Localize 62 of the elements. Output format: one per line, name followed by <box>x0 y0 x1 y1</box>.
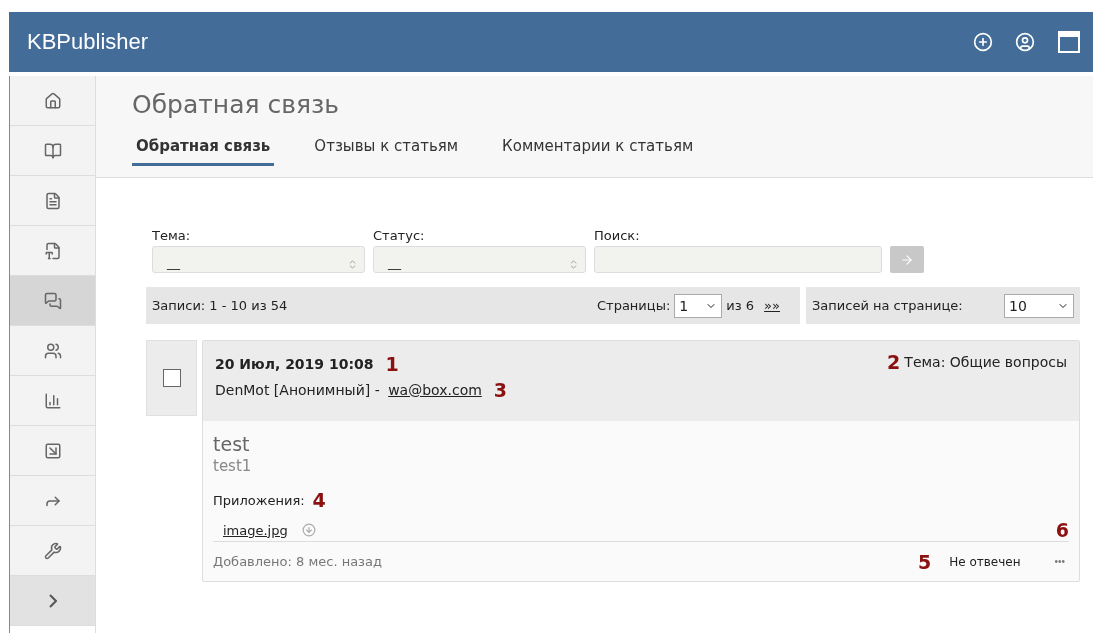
arrow-right-icon <box>900 252 914 267</box>
download-icon[interactable] <box>301 523 316 537</box>
sidebar-item[interactable] <box>10 76 95 126</box>
feedback-subject: test <box>213 433 251 455</box>
tab[interactable]: Отзывы к статьям <box>310 137 463 166</box>
filter-label: Поиск: <box>594 228 641 243</box>
sidebar-item[interactable] <box>10 526 95 576</box>
book-icon <box>43 141 62 160</box>
per-page-label: Записей на странице: <box>812 298 963 313</box>
add-icon[interactable] <box>973 32 993 52</box>
tab[interactable]: Обратная связь <box>132 137 275 166</box>
status-text: Не отвечен <box>949 554 1021 569</box>
window-icon[interactable] <box>1057 30 1081 54</box>
bar-chart-icon <box>43 391 62 410</box>
pages-total: из 6 <box>726 298 755 313</box>
annotation-number: 2 <box>887 351 901 373</box>
document-icon <box>43 191 62 210</box>
go-button[interactable] <box>890 246 924 273</box>
feedback-date: 20 Июл, 2019 10:08 <box>215 356 374 372</box>
annotation-number: 4 <box>312 489 326 511</box>
home-icon <box>43 91 62 110</box>
sidebar-item[interactable] <box>10 326 95 376</box>
attachments-label: Приложения: <box>213 492 305 508</box>
page-select[interactable]: 1 <box>674 293 723 318</box>
users-icon <box>43 341 62 360</box>
tab[interactable]: Комментарии к статьям <box>498 137 698 166</box>
per-page-select[interactable]: 10 <box>1004 293 1074 318</box>
select-field[interactable]: __ <box>373 246 586 273</box>
attachment-link[interactable]: image.jpg <box>223 522 288 538</box>
author-name: DenMot [Анонимный] - <box>215 382 381 398</box>
sidebar-item[interactable] <box>10 126 95 176</box>
filter-label: Тема: <box>152 228 192 243</box>
records-count: Записи: 1 - 10 из 54 <box>152 298 288 313</box>
updown-icon <box>347 259 358 270</box>
sidebar-item[interactable] <box>10 176 95 226</box>
next-pages-link[interactable]: »» <box>764 298 780 313</box>
updown-icon <box>568 259 579 270</box>
sidebar-item[interactable] <box>10 276 95 326</box>
user-icon[interactable] <box>1015 32 1035 52</box>
page-title: Обратная связь <box>132 90 341 119</box>
feedback-body: test1 <box>213 457 253 475</box>
select-field[interactable]: __ <box>152 246 365 273</box>
checkbox[interactable] <box>162 369 181 387</box>
chevron-right-icon <box>48 593 57 608</box>
wrench-icon <box>43 541 62 560</box>
email-link[interactable]: wa@box.com <box>388 382 482 398</box>
filter-label: Статус: <box>373 228 426 243</box>
sidebar-item[interactable] <box>10 226 95 276</box>
annotation-number: 3 <box>493 379 508 401</box>
search-field[interactable] <box>594 246 882 273</box>
export-icon <box>43 441 62 460</box>
pages-label: Страницы: <box>597 298 671 313</box>
sidebar-item[interactable] <box>10 376 95 426</box>
added-time: Добавлено: 8 мес. назад <box>213 554 382 569</box>
annotation-number: 6 <box>1055 519 1069 541</box>
annotation-number: 5 <box>917 550 932 573</box>
chat-bubbles-icon <box>43 291 62 310</box>
sidebar-item[interactable] <box>10 426 95 476</box>
more-button[interactable]: ••• <box>1050 556 1069 567</box>
topic-text: Тема: Общие вопросы <box>904 354 1067 370</box>
app-title: KBPublisher <box>27 29 150 55</box>
annotation-number: 1 <box>385 353 399 375</box>
